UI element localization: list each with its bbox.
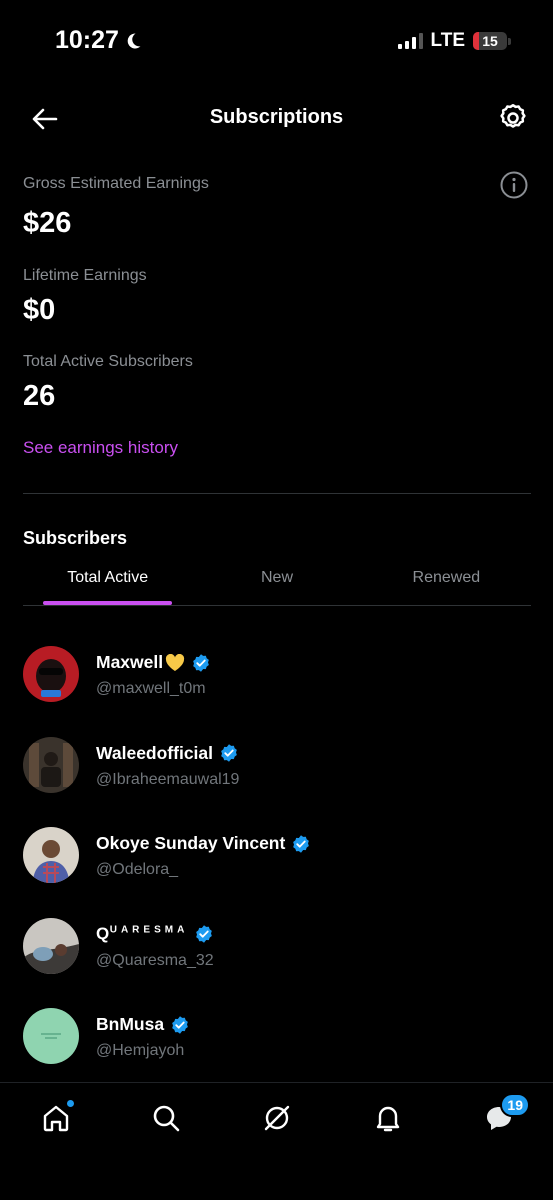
status-time: 10:27 — [55, 26, 143, 55]
clock-text: 10:27 — [55, 26, 119, 54]
avatar[interactable] — [23, 917, 79, 974]
network-label: LTE — [430, 30, 465, 51]
yellow-heart-icon — [166, 653, 185, 671]
tabs-divider — [23, 605, 531, 606]
verified-badge-icon — [221, 744, 237, 762]
subscriber-name: BnMusa — [96, 1014, 165, 1034]
nav-home[interactable] — [39, 1099, 75, 1135]
search-icon — [153, 1105, 180, 1132]
subscriber-name: Maxwell — [96, 652, 164, 672]
subscriber-tabs: Total Active New Renewed — [23, 565, 531, 605]
signal-icon — [397, 33, 423, 49]
tab-label: New — [260, 569, 293, 586]
list-item[interactable]: Okoye Sunday Vincent @Odelora_ — [0, 821, 553, 912]
divider — [23, 493, 531, 494]
verified-badge-icon — [293, 834, 310, 853]
tab-label: Renewed — [412, 569, 481, 586]
battery-icon: 15 — [473, 32, 507, 50]
tab-renewed[interactable]: Renewed — [362, 565, 531, 605]
list-item[interactable]: QUARESMA @Quaresma_32 — [0, 912, 553, 1003]
verified-badge-icon — [196, 924, 213, 943]
page-title: Subscriptions — [209, 106, 344, 128]
gross-earnings-value: $26 — [23, 207, 72, 239]
lifetime-earnings-label: Lifetime Earnings — [23, 267, 147, 284]
subscriber-list: Maxwell @maxwell_t0m Waleedofficial @Ibr… — [0, 640, 553, 1093]
tab-new[interactable]: New — [192, 565, 361, 605]
list-item[interactable]: Waleedofficial @Ibraheemauwal19 — [0, 731, 553, 822]
home-unread-dot — [66, 1099, 75, 1108]
verified-badge-icon — [172, 1015, 188, 1034]
nav-search[interactable] — [149, 1101, 183, 1135]
earnings-history-link[interactable]: See earnings history — [23, 438, 178, 458]
battery-level: 15 — [482, 33, 498, 49]
tab-total-active[interactable]: Total Active — [23, 565, 192, 605]
moon-icon — [127, 32, 141, 48]
subscriber-name: Okoye Sunday Vincent — [96, 833, 286, 853]
list-item[interactable]: BnMusa @Hemjayoh — [0, 1002, 553, 1093]
nav-notifications[interactable] — [371, 1101, 405, 1135]
subscriber-name: QUARESMA — [96, 923, 189, 943]
nav-grok[interactable] — [260, 1101, 294, 1135]
grok-icon — [264, 1105, 290, 1131]
info-button[interactable] — [499, 170, 529, 200]
subscribers-title: Subscribers — [23, 528, 128, 548]
gear-icon — [500, 104, 526, 128]
header: Subscriptions — [0, 96, 553, 140]
avatar[interactable] — [23, 736, 79, 793]
bell-icon — [376, 1106, 400, 1132]
subscriber-handle: @Odelora_ — [96, 861, 179, 878]
status-bar: 10:27 LTE 15 — [0, 0, 553, 80]
tab-label: Total Active — [67, 569, 149, 586]
subscriber-handle: @Ibraheemauwal19 — [96, 770, 240, 788]
active-subscribers-label: Total Active Subscribers — [23, 353, 193, 370]
info-icon — [500, 171, 528, 199]
subscriber-handle: @Quaresma_32 — [96, 951, 214, 969]
gross-earnings-label: Gross Estimated Earnings — [23, 175, 209, 192]
lifetime-earnings-value: $0 — [23, 294, 56, 326]
settings-button[interactable] — [497, 102, 529, 134]
avatar[interactable] — [23, 1008, 79, 1064]
nav-messages[interactable]: 19 — [482, 1093, 530, 1135]
subscriber-name: Waleedofficial — [96, 742, 214, 763]
avatar[interactable] — [23, 646, 79, 702]
subscriber-handle: @maxwell_t0m — [96, 680, 206, 697]
list-item[interactable]: Maxwell @maxwell_t0m — [0, 640, 553, 731]
active-subscribers-value: 26 — [23, 380, 56, 412]
messages-badge: 19 — [500, 1093, 530, 1117]
bottom-nav: 19 — [0, 1082, 553, 1200]
verified-badge-icon — [193, 653, 209, 672]
avatar[interactable] — [23, 827, 79, 883]
subscriber-handle: @Hemjayoh — [96, 1042, 185, 1059]
